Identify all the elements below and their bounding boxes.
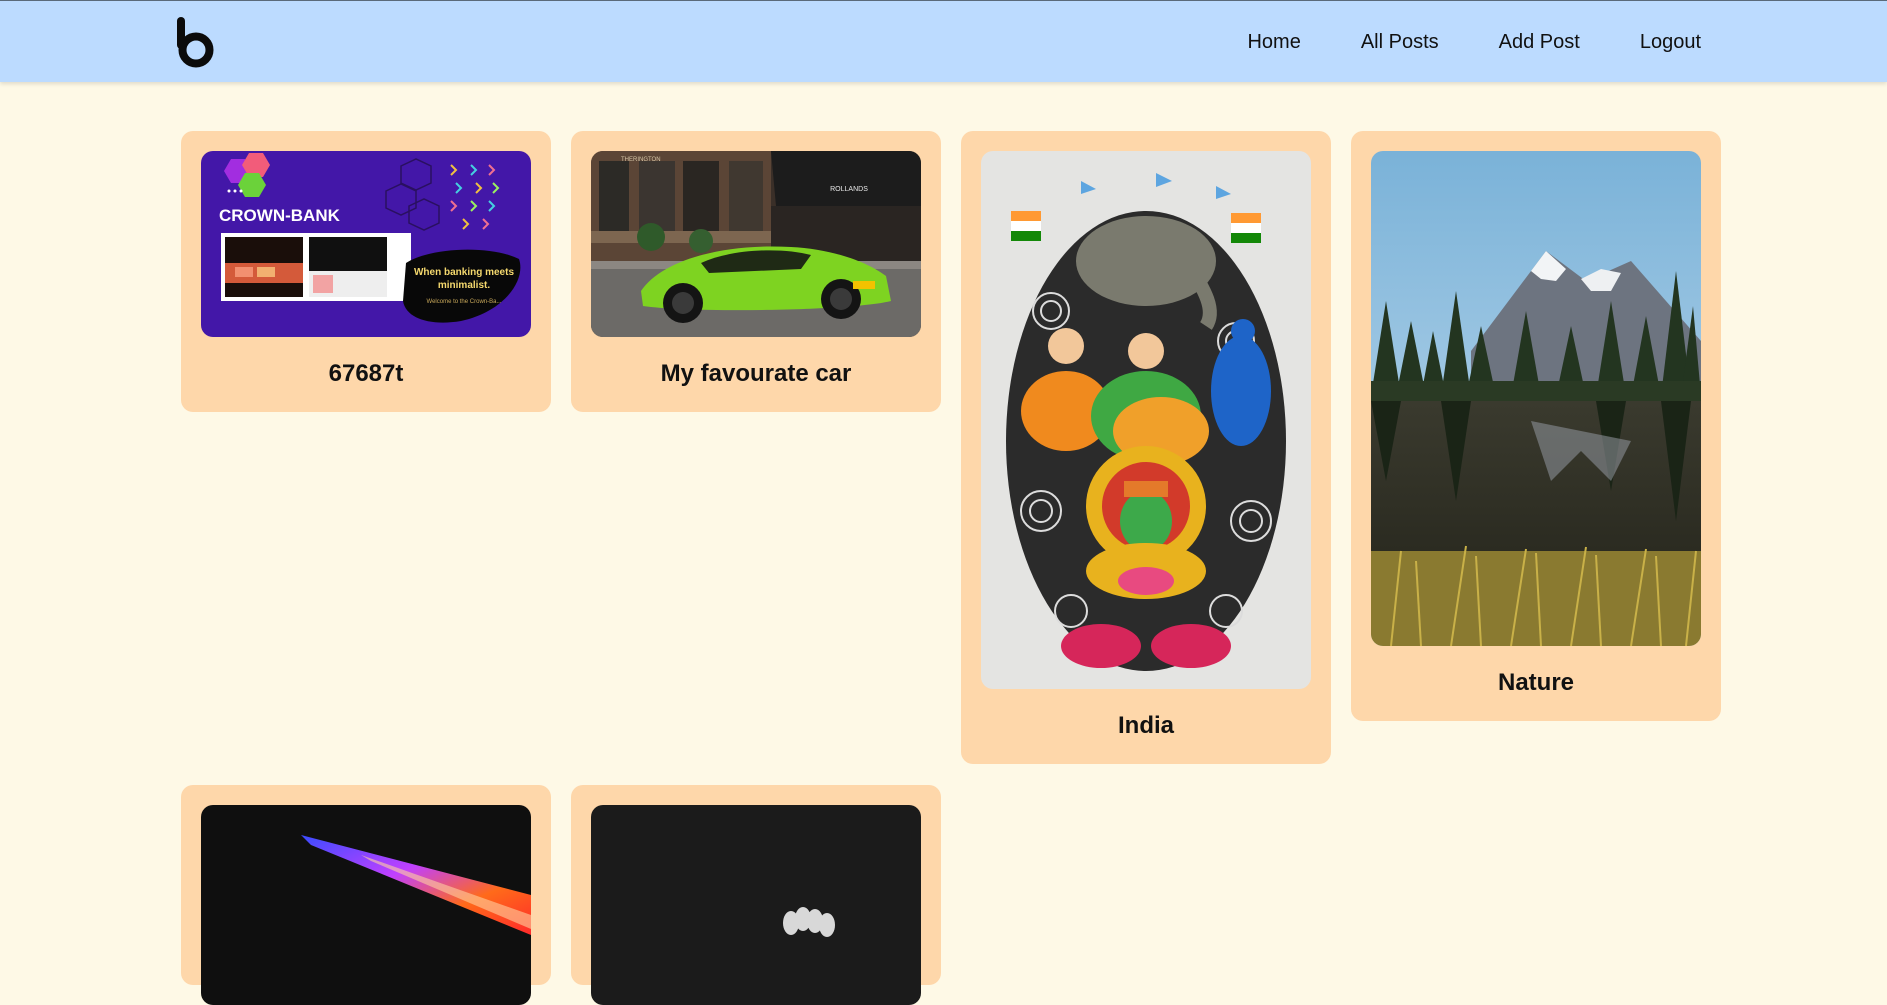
crown-bank-image: CROWN-BANK When banking meets minimalist… xyxy=(201,151,531,337)
post-title[interactable]: Nature xyxy=(1351,669,1721,697)
main-nav: Home All Posts Add Post Logout xyxy=(1247,1,1701,83)
crown-bank-tagline-1: When banking meets xyxy=(414,267,514,278)
nav-all-posts-link[interactable]: All Posts xyxy=(1361,31,1439,54)
crown-bank-tagline-2: minimalist. xyxy=(438,280,490,291)
storefront-left-sign: THERINGTON xyxy=(621,157,661,163)
storefront-sign: ROLLANDS xyxy=(830,186,868,193)
post-card[interactable] xyxy=(181,785,551,1005)
post-thumbnail[interactable] xyxy=(981,151,1311,689)
crown-bank-brand-text: CROWN-BANK xyxy=(219,206,341,225)
car-image: ROLLANDS THERINGTON xyxy=(591,151,921,337)
post-thumbnail[interactable]: ROLLANDS THERINGTON xyxy=(591,151,921,337)
post-card[interactable]: ROLLANDS THERINGTON My favourate car xyxy=(571,131,941,412)
post-card[interactable]: CROWN-BANK When banking meets minimalist… xyxy=(181,131,551,412)
post-title[interactable]: India xyxy=(961,712,1331,740)
post-card[interactable] xyxy=(571,785,941,1005)
abstract-light-image xyxy=(201,805,531,1005)
dark-object-image xyxy=(591,805,921,1005)
crown-bank-welcome: Welcome to the Crown-Ba... xyxy=(427,299,502,305)
post-title[interactable]: My favourate car xyxy=(571,360,941,388)
nature-image xyxy=(1371,151,1701,646)
post-thumbnail[interactable]: CROWN-BANK When banking meets minimalist… xyxy=(201,151,531,337)
post-thumbnail[interactable] xyxy=(201,805,531,1005)
post-title[interactable]: 67687t xyxy=(181,360,551,388)
post-thumbnail[interactable] xyxy=(591,805,921,1005)
nav-add-post-link[interactable]: Add Post xyxy=(1499,31,1580,54)
post-thumbnail[interactable] xyxy=(1371,151,1701,646)
nav-home-link[interactable]: Home xyxy=(1247,31,1300,54)
top-navbar: Home All Posts Add Post Logout xyxy=(0,0,1887,82)
logo-icon[interactable] xyxy=(174,16,216,68)
post-card[interactable]: India xyxy=(961,131,1331,764)
post-card[interactable]: Nature xyxy=(1351,131,1721,721)
nav-logout-link[interactable]: Logout xyxy=(1640,31,1701,54)
india-artwork-image xyxy=(981,151,1311,689)
